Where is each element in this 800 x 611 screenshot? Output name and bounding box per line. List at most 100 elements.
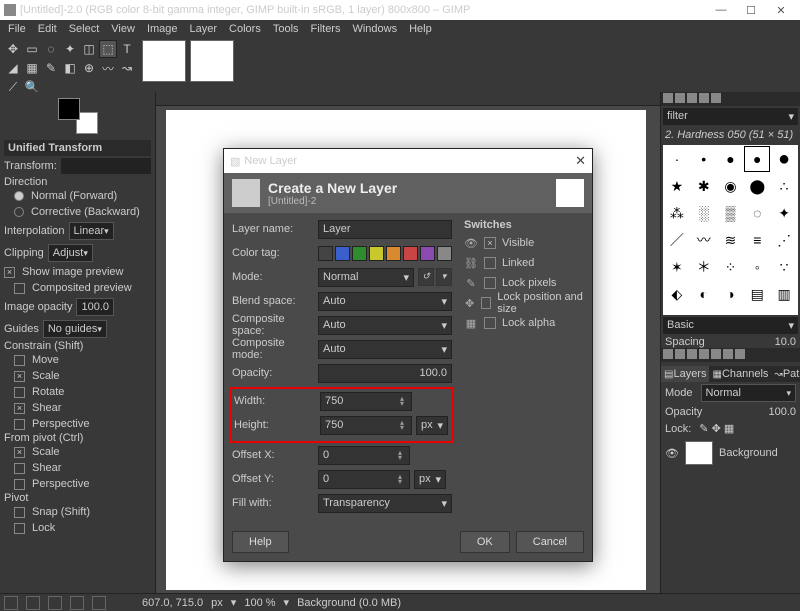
image-tab-1[interactable] [142, 40, 186, 82]
tool-free-select[interactable]: ◌ [42, 40, 60, 58]
image-opacity-field[interactable]: 100.0 [76, 298, 114, 316]
menu-help[interactable]: Help [403, 21, 438, 37]
brush-name: 2. Hardness 050 (51 × 51) [661, 127, 800, 143]
menu-colors[interactable]: Colors [223, 21, 267, 37]
help-button[interactable]: Help [232, 531, 289, 553]
radio-corrective[interactable] [14, 207, 24, 217]
constrain-label: Constrain (Shift) [4, 340, 151, 352]
tool-clone[interactable]: ⊕ [80, 59, 98, 77]
menu-file[interactable]: File [2, 21, 32, 37]
sb-icon[interactable] [70, 596, 84, 610]
menu-layer[interactable]: Layer [184, 21, 224, 37]
dock-tabs[interactable] [661, 92, 800, 106]
chk-lock[interactable] [14, 523, 25, 534]
width-input[interactable]: 750▴▾ [320, 392, 412, 411]
tool-text[interactable]: T [118, 40, 136, 58]
menu-view[interactable]: View [105, 21, 141, 37]
composite-mode-select[interactable]: Auto▾ [318, 340, 452, 359]
tab-layers[interactable]: ▤Layers [661, 366, 709, 382]
tool-pencil[interactable]: ✎ [42, 59, 60, 77]
menu-tools[interactable]: Tools [267, 21, 305, 37]
sb-icon[interactable] [4, 596, 18, 610]
tool-bucket[interactable]: ◢ [4, 59, 22, 77]
cancel-button[interactable]: Cancel [516, 531, 584, 553]
chk-shear[interactable] [14, 403, 25, 414]
chk-scale[interactable] [14, 371, 25, 382]
chk-perspective[interactable] [14, 419, 25, 430]
opacity-input[interactable]: 100.0 [318, 364, 452, 383]
chk-visible[interactable]: × [484, 237, 496, 249]
chk-ppersp[interactable] [14, 479, 25, 490]
status-unit[interactable]: px [211, 597, 223, 609]
interpolation-select[interactable]: Linear▾ [69, 222, 114, 240]
tool-rect-select[interactable]: ▭ [23, 40, 41, 58]
tool-crop[interactable]: ◫ [80, 40, 98, 58]
tool-eraser[interactable]: ◧ [61, 59, 79, 77]
guides-select[interactable]: No guides▾ [43, 320, 107, 338]
tab-channels[interactable]: ▦Channels [709, 366, 771, 382]
tool-move[interactable]: ✥ [4, 40, 22, 58]
composite-space-select[interactable]: Auto▾ [318, 316, 452, 335]
chk-move[interactable] [14, 355, 25, 366]
brush-basic[interactable]: Basic▾ [663, 317, 798, 334]
alpha-icon: ▦ [464, 317, 478, 330]
radio-normal[interactable] [14, 191, 24, 201]
image-tab-2[interactable] [190, 40, 234, 82]
menu-filters[interactable]: Filters [305, 21, 347, 37]
tool-path[interactable]: ↝ [118, 59, 136, 77]
transform-target[interactable] [61, 158, 151, 174]
chk-pshear[interactable] [14, 463, 25, 474]
mode-menu-icon[interactable]: ▾ [436, 268, 452, 286]
ok-button[interactable]: OK [460, 531, 510, 553]
brush-filter[interactable]: filter▾ [663, 108, 798, 125]
sb-icon[interactable] [26, 596, 40, 610]
chk-lock-alpha[interactable] [484, 317, 496, 329]
tab-paths[interactable]: ↝Paths [771, 366, 800, 382]
mode-reset-icon[interactable]: ↺ [418, 268, 434, 286]
color-tag-picker[interactable] [318, 246, 452, 261]
chk-show-preview[interactable] [4, 267, 15, 278]
menu-select[interactable]: Select [63, 21, 106, 37]
layer-name-input[interactable]: Layer [318, 220, 452, 239]
menu-image[interactable]: Image [141, 21, 184, 37]
sb-icon[interactable] [92, 596, 106, 610]
status-zoom[interactable]: 100 % [244, 597, 275, 609]
layer-row-background[interactable]: 👁 Background [661, 437, 800, 469]
tool-gradient[interactable]: ▦ [23, 59, 41, 77]
minimize-button[interactable]: — [706, 4, 736, 16]
offset-x-input[interactable]: 0▴▾ [318, 446, 410, 465]
mode-select[interactable]: Normal▾ [318, 268, 414, 287]
dialog-close-icon[interactable]: ✕ [575, 153, 586, 169]
visibility-icon[interactable]: 👁 [665, 447, 679, 460]
offset-unit-select[interactable]: px▾ [414, 470, 446, 489]
chk-rotate[interactable] [14, 387, 25, 398]
eye-icon: 👁 [464, 237, 478, 250]
fg-bg-colors[interactable] [58, 98, 98, 134]
fill-with-select[interactable]: Transparency▾ [318, 494, 452, 513]
menu-windows[interactable]: Windows [346, 21, 403, 37]
tool-transform[interactable]: ⬚ [99, 40, 117, 58]
tool-smudge[interactable]: 〰 [99, 59, 117, 77]
brush-actions[interactable] [661, 348, 800, 362]
size-unit-select[interactable]: px▾ [416, 416, 448, 435]
maximize-button[interactable]: ☐ [736, 4, 766, 17]
chk-pscale[interactable] [14, 447, 25, 458]
clipping-select[interactable]: Adjust▾ [48, 244, 93, 262]
status-coords: 607.0, 715.0 [142, 597, 203, 609]
close-button[interactable]: ✕ [766, 4, 796, 17]
tool-fuzzy-select[interactable]: ✦ [61, 40, 79, 58]
chk-snap[interactable] [14, 507, 25, 518]
chk-lock-pixels[interactable] [484, 277, 496, 289]
chk-linked[interactable] [484, 257, 496, 269]
chk-lock-position[interactable] [481, 297, 491, 309]
offset-y-input[interactable]: 0▴▾ [318, 470, 410, 489]
brushes-grid[interactable]: ·•●●● ★✱◉⬤∴ ⁂░▒◌✦ ／〰≋≡⋰ ✶＊⁘◦∵ ⬖◐◑▤▥ [663, 145, 798, 315]
dialog-preview [556, 179, 584, 207]
height-input[interactable]: 750▴▾ [320, 416, 412, 435]
layer-mode-select[interactable]: Normal▾ [701, 384, 796, 402]
sb-icon[interactable] [48, 596, 62, 610]
dialog-titlebar[interactable]: ▧ New Layer ✕ [224, 149, 592, 173]
chk-composited[interactable] [14, 283, 25, 294]
menu-bar: File Edit Select View Image Layer Colors… [0, 20, 800, 38]
menu-edit[interactable]: Edit [32, 21, 63, 37]
